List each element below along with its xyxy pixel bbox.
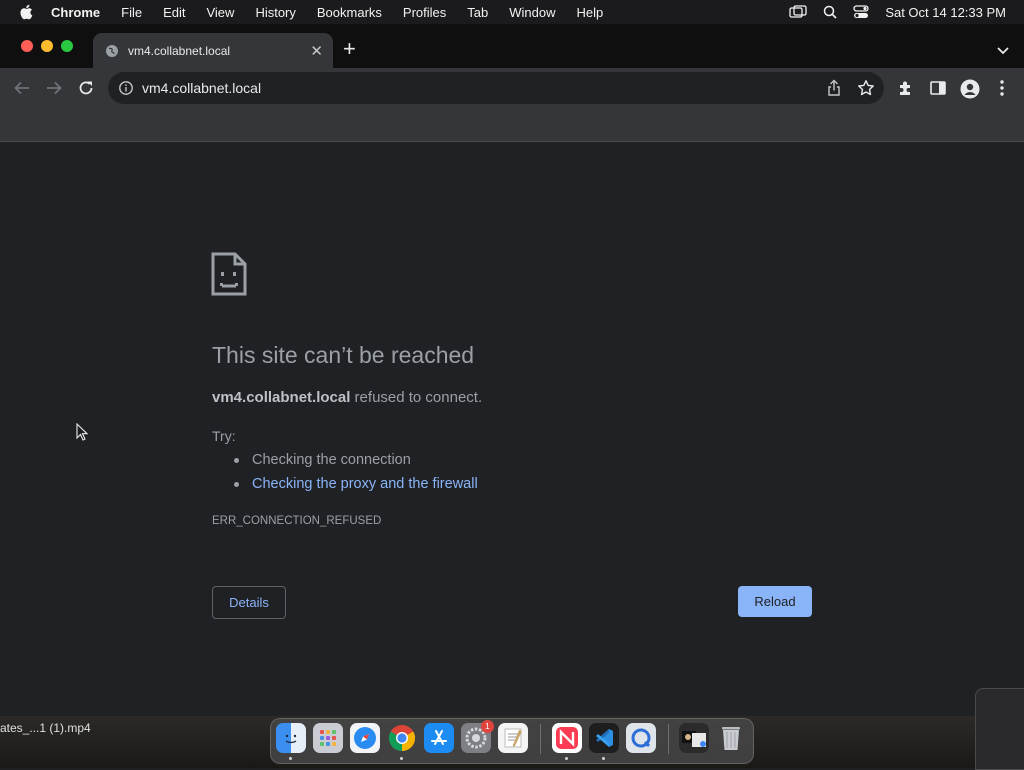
finder-icon[interactable] [276, 723, 306, 753]
forward-arrow-icon[interactable] [45, 79, 63, 97]
error-message: refused to connect. [350, 389, 483, 406]
dock-separator [668, 724, 669, 754]
profile-avatar-icon[interactable] [960, 79, 980, 99]
error-summary: vm4.collabnet.local refused to connect. [212, 389, 482, 406]
close-tab-icon[interactable]: ✕ [310, 42, 323, 60]
minimize-window-button[interactable] [41, 40, 53, 52]
app-store-icon[interactable] [424, 723, 454, 753]
details-button[interactable]: Details [212, 586, 286, 619]
menu-view[interactable]: View [206, 5, 234, 20]
sad-page-icon [211, 252, 247, 301]
control-center-icon[interactable] [853, 5, 869, 19]
menu-window[interactable]: Window [509, 5, 555, 20]
safari-icon[interactable] [350, 723, 380, 753]
error-code: ERR_CONNECTION_REFUSED [212, 515, 382, 527]
menu-file[interactable]: File [121, 5, 142, 20]
error-host: vm4.collabnet.local [212, 389, 351, 406]
vscode-icon[interactable] [589, 723, 619, 753]
tab-search-chevron-icon[interactable] [997, 42, 1009, 60]
finder-running-indicator [289, 757, 292, 760]
suggestion-proxy-firewall-link[interactable]: Checking the proxy and the firewall [252, 476, 478, 492]
vscode-running-indicator [602, 757, 605, 760]
menu-help[interactable]: Help [577, 5, 604, 20]
macos-menubar: Chrome File Edit View History Bookmarks … [0, 0, 1024, 24]
mouse-pointer-icon [76, 422, 89, 446]
settings-badge: 1 [481, 720, 494, 733]
launchpad-icon[interactable] [313, 723, 343, 753]
news-running-indicator [565, 757, 568, 760]
apple-menu-icon[interactable] [19, 4, 33, 20]
share-icon[interactable] [826, 79, 842, 97]
spotlight-search-icon[interactable] [823, 5, 837, 19]
address-url[interactable]: vm4.collabnet.local [142, 80, 261, 96]
site-info-icon[interactable] [118, 80, 134, 101]
menu-profiles[interactable]: Profiles [403, 5, 446, 20]
bullet-icon [234, 481, 239, 487]
suggestion-item: Checking the connection [234, 452, 411, 468]
bookmarks-bar [0, 108, 1024, 142]
bullet-icon [234, 457, 239, 463]
desktop-file-label[interactable]: ates_...1 (1).mp4 [0, 721, 91, 735]
background-window-edge [975, 688, 1024, 770]
close-window-button[interactable] [21, 40, 33, 52]
address-bar[interactable]: vm4.collabnet.local [108, 72, 884, 104]
chrome-running-indicator [400, 757, 403, 760]
menu-app-name[interactable]: Chrome [51, 5, 100, 20]
new-tab-button[interactable]: + [343, 36, 356, 62]
side-panel-icon[interactable] [929, 79, 947, 97]
reload-button[interactable]: Reload [738, 586, 812, 617]
suggestion-check-connection: Checking the connection [252, 452, 411, 468]
extensions-puzzle-icon[interactable] [897, 79, 915, 97]
screen-mirroring-icon[interactable] [789, 5, 807, 19]
globe-icon [105, 44, 119, 58]
zoom-window-button[interactable] [61, 40, 73, 52]
error-page [0, 142, 1024, 716]
reload-icon[interactable] [77, 79, 95, 97]
tab-title: vm4.collabnet.local [128, 43, 231, 58]
error-title: This site can’t be reached [212, 342, 475, 368]
bookmark-star-icon[interactable] [857, 79, 875, 97]
suggestion-item[interactable]: Checking the proxy and the firewall [234, 476, 478, 492]
chrome-icon[interactable] [387, 723, 417, 753]
downloads-stack-icon[interactable] [679, 723, 709, 753]
dock-separator [540, 724, 541, 754]
try-label: Try: [212, 428, 236, 444]
trash-icon[interactable] [716, 723, 746, 753]
back-arrow-icon[interactable] [13, 79, 31, 97]
menubar-clock[interactable]: Sat Oct 14 12:33 PM [885, 5, 1006, 20]
menu-tab[interactable]: Tab [467, 5, 488, 20]
menu-bookmarks[interactable]: Bookmarks [317, 5, 382, 20]
menu-history[interactable]: History [255, 5, 295, 20]
quicktime-icon[interactable] [626, 723, 656, 753]
textedit-icon[interactable] [498, 723, 528, 753]
tab-active[interactable]: vm4.collabnet.local ✕ [93, 33, 333, 68]
news-icon[interactable] [552, 723, 582, 753]
chrome-menu-kebab-icon[interactable] [999, 79, 1005, 97]
menu-edit[interactable]: Edit [163, 5, 185, 20]
